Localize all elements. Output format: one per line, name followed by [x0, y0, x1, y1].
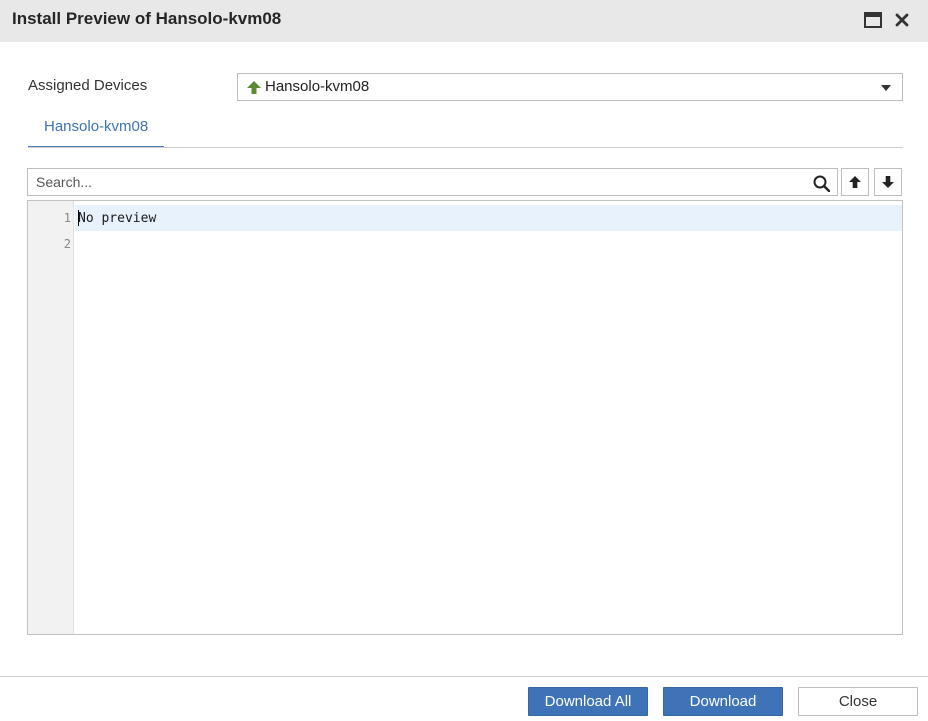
- selected-device: Hansolo-kvm08: [265, 78, 370, 95]
- arrow-up-icon: [849, 176, 861, 188]
- assigned-devices-select[interactable]: Hansolo-kvm08: [237, 73, 903, 101]
- tab-label: Hansolo-kvm08: [44, 118, 149, 135]
- code-line[interactable]: [75, 231, 902, 257]
- close-dialog-button[interactable]: [894, 12, 912, 30]
- assigned-devices-label: Assigned Devices: [28, 77, 148, 94]
- search-icon[interactable]: [813, 175, 830, 192]
- search-box: [27, 168, 838, 196]
- previous-match-button[interactable]: [841, 168, 869, 196]
- line-number: 1: [63, 211, 71, 225]
- close-button[interactable]: Close: [798, 687, 918, 716]
- close-icon: [895, 13, 909, 27]
- tab-divider: [28, 147, 903, 148]
- download-button[interactable]: Download: [663, 687, 783, 716]
- maximize-icon: [864, 12, 882, 28]
- preview-editor[interactable]: 1 2 No preview: [27, 200, 903, 635]
- next-match-button[interactable]: [874, 168, 902, 196]
- line-number-gutter: 1 2: [28, 201, 74, 634]
- arrow-down-icon: [882, 176, 894, 188]
- dialog-title: Install Preview of Hansolo-kvm08: [12, 9, 282, 28]
- maximize-button[interactable]: [864, 12, 882, 30]
- up-arrow-icon: [247, 81, 261, 94]
- search-input[interactable]: [28, 169, 808, 195]
- download-all-button[interactable]: Download All: [528, 687, 648, 716]
- line-number: 2: [63, 237, 71, 251]
- tab-hansolo-kvm08[interactable]: Hansolo-kvm08: [28, 108, 164, 148]
- footer-divider: [0, 676, 928, 677]
- code-line-text: No preview: [78, 211, 157, 226]
- chevron-down-icon: [881, 85, 891, 91]
- code-line[interactable]: No preview: [75, 205, 902, 231]
- dialog-titlebar: Install Preview of Hansolo-kvm08: [0, 0, 928, 42]
